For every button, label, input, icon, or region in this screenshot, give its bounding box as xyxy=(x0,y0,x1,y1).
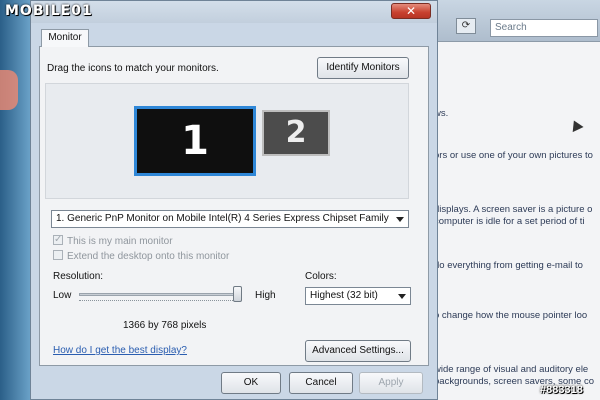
background-text-line: ws. xyxy=(434,108,449,119)
resolution-slider-ticks xyxy=(79,300,239,304)
refresh-icon[interactable]: ⟳ xyxy=(456,18,476,34)
background-text-line: do everything from getting e-mail to xyxy=(434,260,583,271)
background-text-line: computer is idle for a set period of ti xyxy=(434,216,585,227)
monitor-1-icon[interactable]: 1 xyxy=(134,106,256,176)
watermark-text: #883318 xyxy=(540,384,583,396)
help-link[interactable]: How do I get the best display? xyxy=(53,345,187,356)
monitor-arrangement-area: 1 2 xyxy=(45,83,409,199)
title-bar: MOBILE01 ✕ xyxy=(5,1,437,23)
monitor-2-icon[interactable]: 2 xyxy=(262,110,330,156)
checkbox-checked-icon xyxy=(53,233,63,247)
background-text-line: displays. A screen saver is a picture o xyxy=(434,204,593,215)
background-window-toolbar: ⟳ Search xyxy=(420,0,600,42)
display-settings-dialog: MOBILE01 ✕ Monitor Drag the icons to mat… xyxy=(5,0,438,400)
resolution-label: Resolution: xyxy=(53,271,104,282)
resolution-value-text: 1366 by 768 pixels xyxy=(123,320,207,331)
desktop-icon-fragment xyxy=(0,70,18,110)
background-text-line: o change how the mouse pointer loo xyxy=(434,310,588,321)
colors-select-value: Highest (32 bit) xyxy=(310,290,378,301)
background-window: ⟳ Search ws. ors or use one of your own … xyxy=(420,0,600,400)
advanced-settings-button[interactable]: Advanced Settings... xyxy=(305,340,411,362)
desktop-background-strip xyxy=(0,0,30,400)
search-input[interactable]: Search xyxy=(490,19,598,37)
resolution-low-label: Low xyxy=(53,290,72,301)
drag-instruction-text: Drag the icons to match your monitors. xyxy=(47,63,219,74)
extend-desktop-checkbox[interactable]: Extend the desktop onto this monitor xyxy=(53,250,293,264)
cancel-button[interactable]: Cancel xyxy=(289,372,353,394)
tab-monitor[interactable]: Monitor xyxy=(41,29,89,47)
background-text-line: ors or use one of your own pictures to xyxy=(434,150,593,161)
mobile01-logo: MOBILE01 xyxy=(5,3,93,19)
display-select-value: 1. Generic PnP Monitor on Mobile Intel(R… xyxy=(56,213,389,224)
extend-desktop-label: Extend the desktop onto this monitor xyxy=(67,251,230,262)
chevron-down-icon xyxy=(398,294,406,299)
apply-button[interactable]: Apply xyxy=(359,372,423,394)
colors-select[interactable]: Highest (32 bit) xyxy=(305,287,411,305)
chevron-down-icon xyxy=(396,217,404,222)
colors-label: Colors: xyxy=(305,271,337,282)
checkbox-unchecked-icon xyxy=(53,250,63,260)
main-monitor-label: This is my main monitor xyxy=(67,236,173,247)
main-monitor-checkbox[interactable]: This is my main monitor xyxy=(53,233,293,249)
resolution-slider-thumb[interactable] xyxy=(233,286,242,302)
resolution-slider-track[interactable] xyxy=(79,293,239,296)
background-text-line: wide range of visual and auditory ele xyxy=(434,364,589,375)
mouse-cursor-icon xyxy=(568,117,584,133)
close-button[interactable]: ✕ xyxy=(391,3,431,19)
resolution-high-label: High xyxy=(255,290,276,301)
ok-button[interactable]: OK xyxy=(221,372,281,394)
display-select[interactable]: 1. Generic PnP Monitor on Mobile Intel(R… xyxy=(51,210,409,228)
identify-monitors-button[interactable]: Identify Monitors xyxy=(317,57,409,79)
